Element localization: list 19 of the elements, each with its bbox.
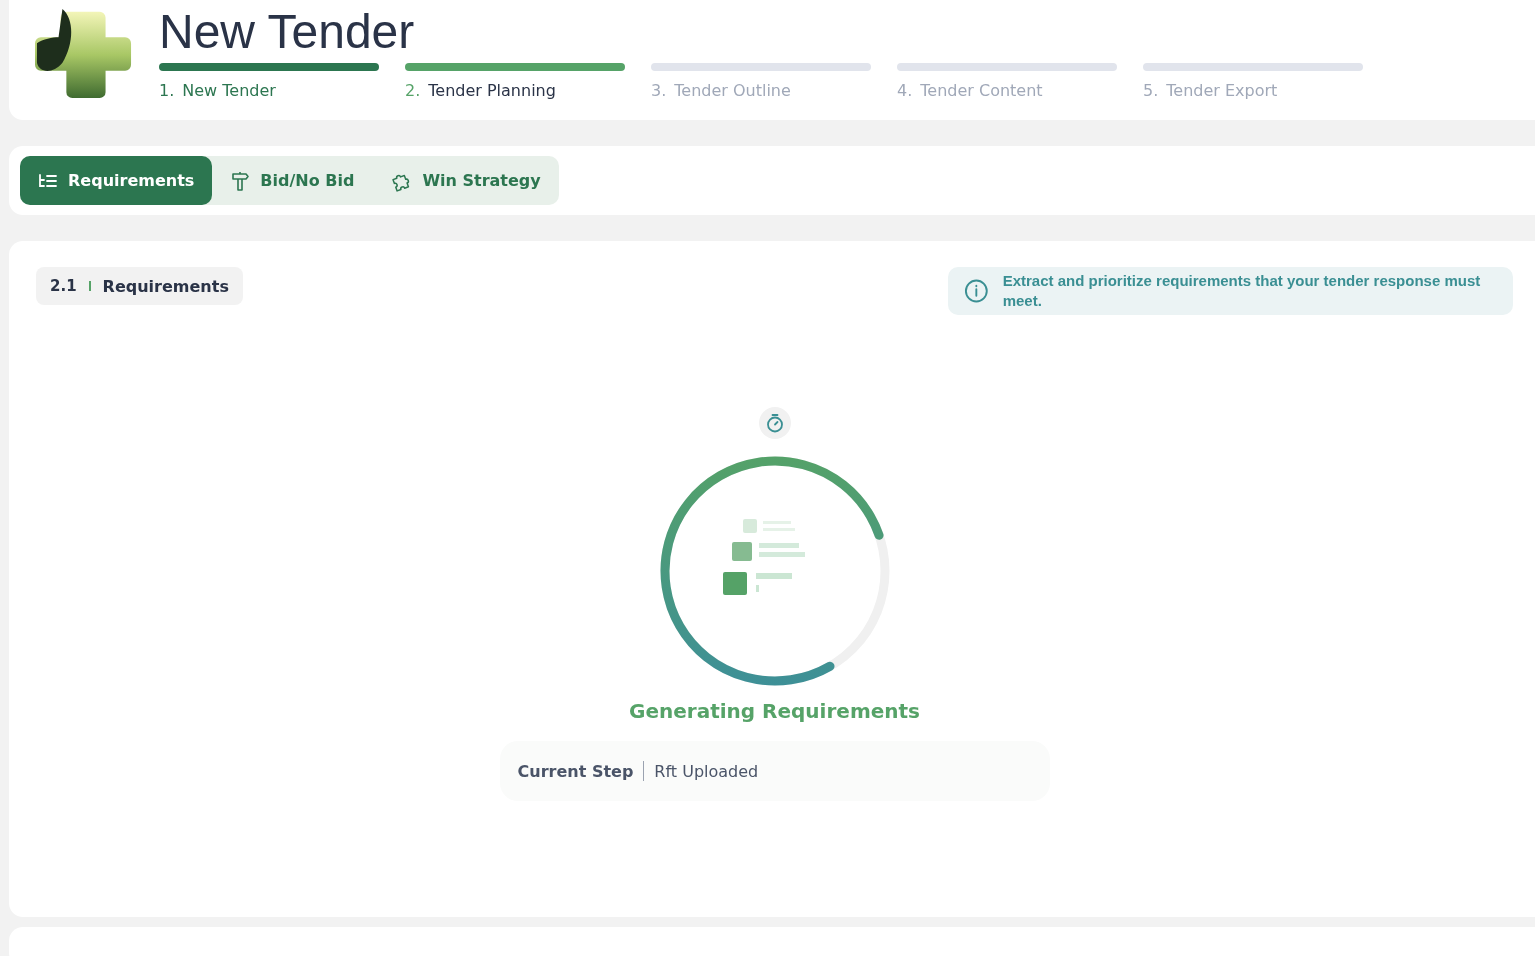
list-icon: [38, 172, 58, 189]
current-step-value: Rft Uploaded: [654, 761, 759, 781]
status-title: Generating Requirements: [629, 699, 920, 723]
info-text: Extract and prioritize requirements that your tender response must meet.: [1002, 271, 1482, 311]
tab[interactable]: Requirements: [20, 156, 213, 205]
current-step-label: Current Step: [517, 761, 634, 781]
section-number: 2.1: [50, 277, 77, 295]
info-icon: [964, 278, 989, 304]
section-title: Requirements: [102, 276, 229, 296]
step-link[interactable]: 5. Tender Export: [1143, 81, 1363, 100]
tab[interactable]: Win Strategy: [372, 156, 559, 205]
signpost-icon: [230, 170, 251, 191]
stopwatch-icon: [765, 413, 784, 433]
page-title: New Tender: [159, 6, 416, 58]
tab[interactable]: Bid/No Bid: [212, 156, 373, 205]
step-link[interactable]: 2. Tender Planning: [405, 81, 625, 100]
step-link[interactable]: 1. New Tender: [159, 81, 379, 100]
step-link[interactable]: 4. Tender Content: [897, 81, 1117, 100]
step-link[interactable]: 3. Tender Outline: [651, 81, 871, 100]
